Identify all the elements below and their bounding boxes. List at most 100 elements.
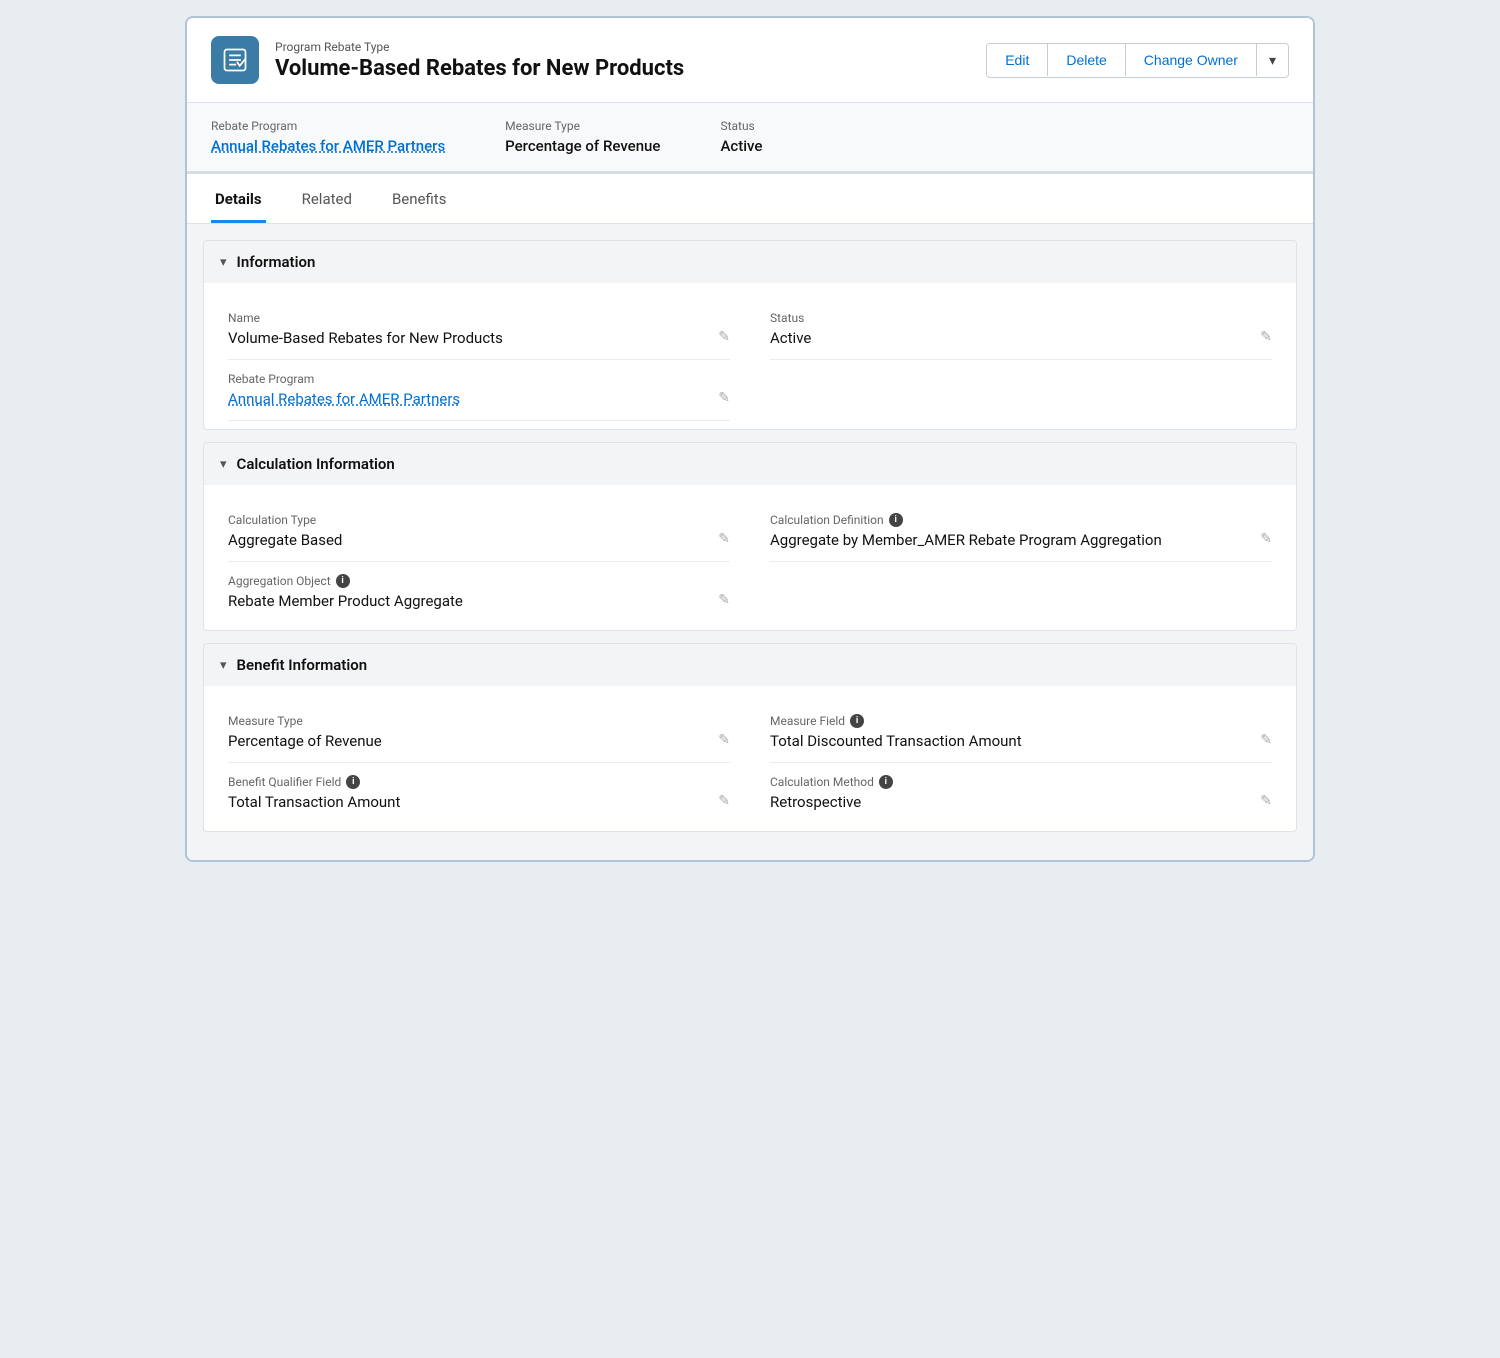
summary-measure-type-value: Percentage of Revenue [505,137,660,155]
benefit-section-body: Measure Type Percentage of Revenue ✎ Mea… [204,686,1296,831]
field-benefit-qualifier-value: Total Transaction Amount [228,793,710,811]
measure-field-info-icon: i [850,714,864,728]
benefit-qualifier-info-icon: i [346,775,360,789]
summary-bar: Rebate Program Annual Rebates for AMER P… [187,103,1313,174]
field-calc-definition-content: Calculation Definition i Aggregate by Me… [770,513,1252,549]
calc-definition-info-icon: i [889,513,903,527]
field-status: Status Active ✎ [770,299,1272,360]
information-fields-grid: Name Volume-Based Rebates for New Produc… [228,299,1272,421]
field-calc-method-label: Calculation Method i [770,775,1252,789]
summary-status-label: Status [720,119,762,133]
page-container: Program Rebate Type Volume-Based Rebates… [185,16,1315,862]
information-chevron-icon: ▾ [220,255,227,270]
field-calc-type: Calculation Type Aggregate Based ✎ [228,501,730,562]
field-measure-field-value: Total Discounted Transaction Amount [770,732,1252,750]
field-measure-type-label: Measure Type [228,714,710,728]
field-calc-definition: Calculation Definition i Aggregate by Me… [770,501,1272,562]
edit-button[interactable]: Edit [987,44,1048,76]
field-aggregation-object: Aggregation Object i Rebate Member Produ… [228,562,730,622]
benefit-section: ▾ Benefit Information Measure Type Perce… [203,643,1297,832]
field-aggregation-object-edit-icon[interactable]: ✎ [718,592,730,608]
header-left: Program Rebate Type Volume-Based Rebates… [211,36,684,84]
benefit-chevron-icon: ▾ [220,658,227,673]
tabs: Details Related Benefits [211,174,1289,223]
change-owner-button[interactable]: Change Owner [1126,44,1257,76]
calculation-fields-grid: Calculation Type Aggregate Based ✎ Calcu… [228,501,1272,622]
field-status-content: Status Active [770,311,1252,347]
field-measure-type: Measure Type Percentage of Revenue ✎ [228,702,730,763]
information-section-title: Information [237,253,316,271]
field-calc-definition-edit-icon[interactable]: ✎ [1260,531,1272,547]
tabs-container: Details Related Benefits [187,174,1313,224]
calc-method-info-icon: i [879,775,893,789]
field-calc-method-edit-icon[interactable]: ✎ [1260,793,1272,809]
calculation-section: ▾ Calculation Information Calculation Ty… [203,442,1297,631]
field-benefit-qualifier: Benefit Qualifier Field i Total Transact… [228,763,730,823]
summary-rebate-program-value[interactable]: Annual Rebates for AMER Partners [211,137,445,155]
summary-rebate-program: Rebate Program Annual Rebates for AMER P… [211,119,445,155]
field-empty-1 [770,360,1272,421]
field-calc-method-value: Retrospective [770,793,1252,811]
calculation-chevron-icon: ▾ [220,457,227,472]
tab-details[interactable]: Details [211,174,266,223]
field-calc-type-label: Calculation Type [228,513,710,527]
field-benefit-qualifier-edit-icon[interactable]: ✎ [718,793,730,809]
field-measure-type-edit-icon[interactable]: ✎ [718,732,730,748]
field-rebate-program-content: Rebate Program Annual Rebates for AMER P… [228,372,710,408]
field-aggregation-object-value: Rebate Member Product Aggregate [228,592,710,610]
benefit-section-title: Benefit Information [237,656,368,674]
summary-status: Status Active [720,119,762,155]
field-status-label: Status [770,311,1252,325]
field-name: Name Volume-Based Rebates for New Produc… [228,299,730,360]
summary-measure-type-label: Measure Type [505,119,660,133]
actions-dropdown-button[interactable]: ▾ [1257,44,1288,77]
summary-status-value: Active [720,137,762,155]
field-benefit-qualifier-content: Benefit Qualifier Field i Total Transact… [228,775,710,811]
calculation-section-header[interactable]: ▾ Calculation Information [204,443,1296,485]
field-measure-field-content: Measure Field i Total Discounted Transac… [770,714,1252,750]
field-aggregation-object-label: Aggregation Object i [228,574,710,588]
information-section: ▾ Information Name Volume-Based Rebates … [203,240,1297,430]
field-benefit-qualifier-label: Benefit Qualifier Field i [228,775,710,789]
delete-button[interactable]: Delete [1048,44,1125,76]
field-measure-field: Measure Field i Total Discounted Transac… [770,702,1272,763]
record-header: Program Rebate Type Volume-Based Rebates… [187,18,1313,103]
field-rebate-program-value[interactable]: Annual Rebates for AMER Partners [228,390,710,408]
field-rebate-program-edit-icon[interactable]: ✎ [718,390,730,406]
record-title-group: Program Rebate Type Volume-Based Rebates… [275,40,684,81]
field-name-content: Name Volume-Based Rebates for New Produc… [228,311,710,347]
field-measure-type-value: Percentage of Revenue [228,732,710,750]
field-aggregation-object-content: Aggregation Object i Rebate Member Produ… [228,574,710,610]
benefit-fields-grid: Measure Type Percentage of Revenue ✎ Mea… [228,702,1272,823]
field-calc-definition-label: Calculation Definition i [770,513,1252,527]
field-empty-2 [770,562,1272,622]
record-actions: Edit Delete Change Owner ▾ [986,43,1289,78]
tab-benefits[interactable]: Benefits [388,174,451,223]
field-name-label: Name [228,311,710,325]
tab-related[interactable]: Related [298,174,356,223]
field-status-edit-icon[interactable]: ✎ [1260,329,1272,345]
field-calc-definition-value: Aggregate by Member_AMER Rebate Program … [770,531,1252,549]
record-title: Volume-Based Rebates for New Products [275,56,684,81]
field-calc-type-edit-icon[interactable]: ✎ [718,531,730,547]
dropdown-arrow-icon: ▾ [1269,52,1276,68]
field-rebate-program-label: Rebate Program [228,372,710,386]
object-type-label: Program Rebate Type [275,40,684,54]
summary-measure-type: Measure Type Percentage of Revenue [505,119,660,155]
field-calc-method-content: Calculation Method i Retrospective [770,775,1252,811]
field-measure-type-content: Measure Type Percentage of Revenue [228,714,710,750]
benefit-section-header[interactable]: ▾ Benefit Information [204,644,1296,686]
calculation-section-body: Calculation Type Aggregate Based ✎ Calcu… [204,485,1296,630]
field-status-value: Active [770,329,1252,347]
information-section-header[interactable]: ▾ Information [204,241,1296,283]
field-measure-field-label: Measure Field i [770,714,1252,728]
field-calc-type-value: Aggregate Based [228,531,710,549]
summary-rebate-program-label: Rebate Program [211,119,445,133]
aggregation-object-info-icon: i [336,574,350,588]
field-name-edit-icon[interactable]: ✎ [718,329,730,345]
field-name-value: Volume-Based Rebates for New Products [228,329,710,347]
record-type-icon [211,36,259,84]
content-area: ▾ Information Name Volume-Based Rebates … [187,224,1313,860]
field-rebate-program: Rebate Program Annual Rebates for AMER P… [228,360,730,421]
field-measure-field-edit-icon[interactable]: ✎ [1260,732,1272,748]
